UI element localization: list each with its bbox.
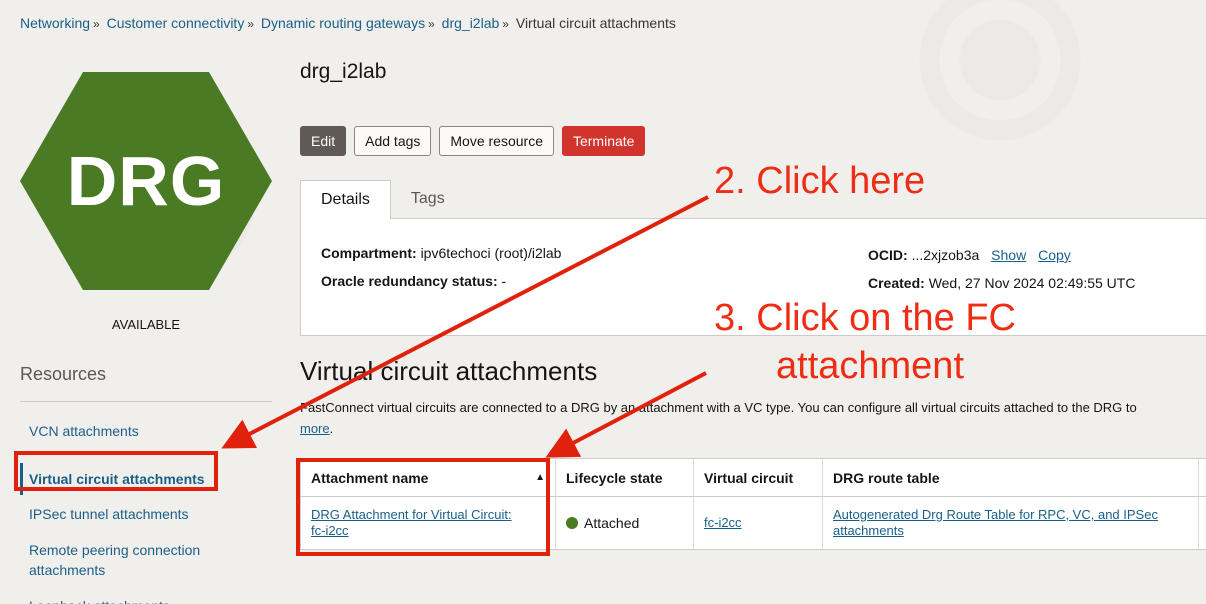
breadcrumb-separator: » — [502, 17, 509, 31]
cell-route-table: Autogenerated Drg Route Table for RPC, V… — [823, 497, 1199, 549]
ocid-show-link[interactable]: Show — [991, 247, 1026, 263]
resource-remote-peering-attachments[interactable]: Remote peering connection attachments — [20, 534, 220, 586]
ocid-label: OCID: — [868, 247, 908, 263]
breadcrumb-separator: » — [247, 17, 255, 31]
redundancy-label: Oracle redundancy status: — [321, 273, 498, 289]
move-resource-button[interactable]: Move resource — [439, 126, 554, 156]
highlight-box-attachment — [296, 458, 550, 556]
route-table-line1: Autogenerated Drg Route Table for RPC, V… — [833, 507, 1158, 522]
ocid-value: ...2xjzob3a — [911, 247, 980, 263]
ocid-row: OCID: ...2xjzob3a Show Copy — [868, 247, 1071, 263]
breadcrumb-networking[interactable]: Networking — [20, 15, 90, 31]
column-drg-route-table[interactable]: DRG route table — [823, 459, 1199, 496]
breadcrumb-customer-connectivity[interactable]: Customer connectivity — [107, 15, 245, 31]
section-description: FastConnect virtual circuits are connect… — [300, 400, 1137, 436]
highlight-box-resource — [14, 451, 218, 491]
cell-virtual-circuit: fc-i2cc — [694, 497, 823, 549]
resources-title: Resources — [20, 364, 107, 384]
resource-ipsec-tunnel-attachments[interactable]: IPSec tunnel attachments — [20, 498, 272, 530]
resource-loopback-attachments[interactable]: Loopback attachments — [20, 590, 272, 604]
annotation-step3-line2: attachment — [776, 345, 964, 387]
breadcrumb-separator: » — [428, 17, 435, 31]
route-table-line2: attachments — [833, 523, 904, 538]
compartment-label: Compartment: — [321, 245, 417, 261]
tab-tags[interactable]: Tags — [391, 180, 465, 218]
section-title: Virtual circuit attachments — [300, 356, 598, 386]
detail-tabs: Details Tags — [300, 180, 465, 219]
status-label: AVAILABLE — [111, 317, 181, 332]
action-buttons: Edit Add tags Move resource Terminate — [300, 126, 646, 156]
virtual-circuit-link[interactable]: fc-i2cc — [704, 515, 742, 531]
compartment-row: Compartment: ipv6techoci (root)/i2lab — [321, 245, 561, 261]
route-table-link[interactable]: Autogenerated Drg Route Table for RPC, V… — [833, 507, 1158, 539]
edit-button[interactable]: Edit — [300, 126, 347, 156]
breadcrumb: Networking» Customer connectivity» Dynam… — [20, 15, 676, 31]
breadcrumb-current: Virtual circuit attachments — [515, 15, 676, 31]
breadcrumb-dynamic-routing-gateways[interactable]: Dynamic routing gateways — [261, 15, 425, 31]
terminate-button[interactable]: Terminate — [561, 126, 646, 156]
annotation-step2: 2. Click here — [714, 160, 926, 202]
status-dot-icon — [566, 517, 578, 529]
redundancy-value: - — [501, 273, 507, 289]
cell-lifecycle-state: Attached — [556, 497, 694, 549]
lifecycle-state-value: Attached — [584, 515, 640, 531]
page-title: drg_i2lab — [300, 60, 387, 83]
column-extra — [1199, 459, 1206, 496]
breadcrumb-drg[interactable]: drg_i2lab — [442, 15, 500, 31]
created-value: Wed, 27 Nov 2024 02:49:55 UTC — [928, 275, 1136, 291]
created-label: Created: — [868, 275, 925, 291]
annotation-step3-line1: 3. Click on the FC — [714, 297, 1016, 339]
more-link[interactable]: more — [300, 421, 330, 436]
section-description-text: FastConnect virtual circuits are connect… — [300, 400, 1137, 415]
resources-divider — [20, 401, 272, 402]
column-lifecycle-state[interactable]: Lifecycle state — [556, 459, 694, 496]
column-virtual-circuit[interactable]: Virtual circuit — [694, 459, 823, 496]
add-tags-button[interactable]: Add tags — [354, 126, 432, 156]
ocid-copy-link[interactable]: Copy — [1038, 247, 1071, 263]
redundancy-row: Oracle redundancy status: - — [321, 273, 506, 289]
resource-vcn-attachments[interactable]: VCN attachments — [20, 415, 272, 447]
resources-list: VCN attachments Virtual circuit attachme… — [20, 415, 272, 604]
cell-extra — [1199, 497, 1206, 549]
drg-hexagon-icon: DRG — [20, 72, 272, 290]
created-row: Created: Wed, 27 Nov 2024 02:49:55 UTC — [868, 275, 1135, 291]
drg-icon-label: DRG — [66, 142, 226, 220]
tab-details[interactable]: Details — [300, 180, 391, 219]
compartment-value: ipv6techoci (root)/i2lab — [420, 245, 562, 261]
breadcrumb-separator: » — [93, 17, 100, 31]
